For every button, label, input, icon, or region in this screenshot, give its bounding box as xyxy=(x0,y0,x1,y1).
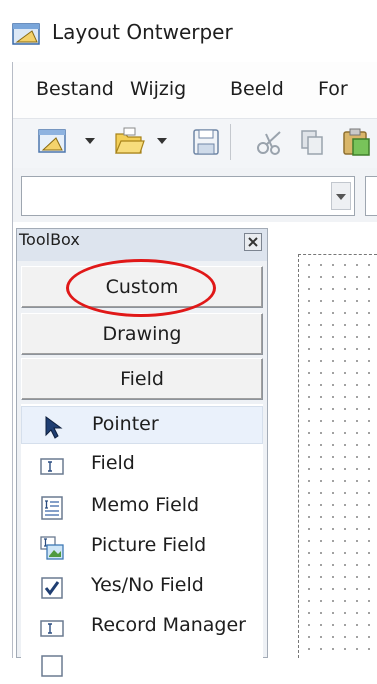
font-combo[interactable] xyxy=(21,176,355,216)
save-icon[interactable] xyxy=(190,126,222,158)
paste-icon[interactable] xyxy=(340,126,377,158)
window-title: Layout Ontwerper xyxy=(52,20,233,44)
layout-page-grid[interactable] xyxy=(298,254,377,658)
tool-partial-next[interactable] xyxy=(21,646,263,684)
menu-format[interactable]: For xyxy=(318,78,348,100)
tool-label: Yes/No Field xyxy=(91,574,204,596)
open-folder-icon[interactable] xyxy=(112,124,146,160)
tool-label: Field xyxy=(91,452,135,474)
tool-yes-no-field[interactable]: Yes/No Field xyxy=(21,568,263,606)
toolbox-title: ToolBox xyxy=(19,230,80,249)
tool-label: Pointer xyxy=(92,413,159,435)
memo-field-icon xyxy=(41,496,63,520)
layout-designer-icon xyxy=(12,23,40,45)
tool-record-manager[interactable]: Record Manager xyxy=(21,608,263,646)
font-combo-dropdown-button[interactable] xyxy=(331,182,351,210)
record-manager-icon xyxy=(40,620,64,637)
checkbox-icon xyxy=(41,577,63,599)
menu-wijzig[interactable]: Wijzig xyxy=(130,78,186,100)
tool-field[interactable]: Field xyxy=(21,446,263,484)
menu-beeld[interactable]: Beeld xyxy=(230,78,284,100)
tool-label: Memo Field xyxy=(91,494,200,516)
tool-memo-field[interactable]: Memo Field xyxy=(21,488,263,526)
tool-label: Picture Field xyxy=(91,534,207,556)
toolbox-category-field[interactable]: Field xyxy=(21,358,263,400)
dropdown-arrow-icon[interactable] xyxy=(156,136,168,146)
toolbar-separator xyxy=(230,124,231,160)
cut-icon[interactable] xyxy=(254,126,286,158)
dropdown-arrow-icon[interactable] xyxy=(84,136,96,146)
close-icon xyxy=(248,237,258,247)
chevron-down-icon xyxy=(336,194,346,200)
font-size-combo[interactable] xyxy=(365,176,377,216)
toolbox-close-button[interactable] xyxy=(244,233,262,251)
pointer-arrow-icon xyxy=(45,416,63,439)
new-document-icon[interactable] xyxy=(36,124,70,160)
tool-pointer[interactable]: Pointer xyxy=(21,406,263,444)
toolbox-category-drawing[interactable]: Drawing xyxy=(21,313,263,355)
red-annotation-circle xyxy=(66,259,216,317)
tool-picture-field[interactable]: Picture Field xyxy=(21,528,263,566)
text-field-icon xyxy=(40,458,64,475)
copy-icon[interactable] xyxy=(296,126,328,158)
picture-field-icon xyxy=(40,536,64,560)
menu-bestand[interactable]: Bestand xyxy=(36,78,114,100)
tool-label: Record Manager xyxy=(91,614,246,636)
